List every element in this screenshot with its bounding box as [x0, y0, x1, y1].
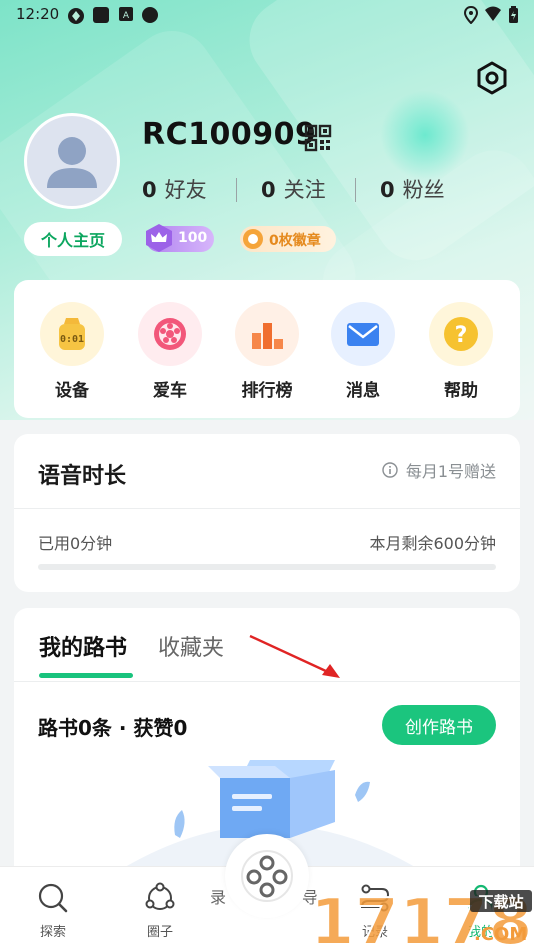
partial-nav-label-left: 录 [210, 888, 227, 907]
nav-circle[interactable]: 圈子 [125, 881, 195, 940]
nav-explore[interactable]: 探索 [18, 881, 88, 940]
center-action-button[interactable] [225, 834, 309, 918]
roadbook-count: 路书0条 · 获赞0 [38, 716, 188, 740]
wifi-icon [485, 6, 501, 21]
voice-progress-bar [38, 564, 496, 570]
sync-icon [68, 8, 84, 24]
avatar-placeholder-icon [47, 137, 97, 188]
quick-menu-card: 0:01 设备 爱车 排行榜 消息 ? 帮助 [14, 280, 520, 418]
annotation-arrow [249, 634, 340, 678]
quick-item-device[interactable]: 0:01 设备 [32, 302, 112, 401]
wheel-icon [138, 302, 202, 366]
svg-text:A: A [123, 11, 130, 21]
username: RC100909 [142, 117, 317, 152]
ranking-icon [235, 302, 299, 366]
profile-stats: 0 好友 0 关注 0 粉丝 [142, 174, 512, 208]
circle-icon [145, 882, 175, 910]
battery-icon [509, 6, 518, 23]
quick-item-help[interactable]: ? 帮助 [421, 302, 501, 401]
watermark-logo: 17178 下载站 .COM [309, 885, 534, 950]
crown-icon [146, 224, 172, 252]
explore-icon [38, 883, 68, 913]
status-bar: 12:20 A [0, 0, 534, 30]
node-hub-icon [241, 850, 293, 902]
active-tab-indicator [39, 673, 133, 678]
qr-code-icon[interactable] [304, 124, 332, 152]
tab-favorites[interactable]: 收藏夹 [158, 630, 224, 662]
info-icon [382, 462, 398, 478]
divider [14, 508, 520, 509]
create-roadbook-button[interactable]: 创作路书 [382, 705, 496, 745]
medal-icon [243, 229, 263, 249]
settings-icon[interactable] [474, 60, 510, 96]
android-icon: A [119, 7, 133, 21]
svg-text:0:01: 0:01 [60, 334, 84, 345]
quick-item-messages[interactable]: 消息 [323, 302, 403, 401]
medal-badge[interactable]: 0枚徽章 [240, 226, 336, 252]
home-page-button[interactable]: 个人主页 [24, 222, 122, 256]
stat-following[interactable]: 0 关注 [261, 174, 326, 204]
status-time: 12:20 [16, 5, 60, 23]
level-badge[interactable]: 100 [146, 224, 214, 252]
watermark-domain: .COM [474, 924, 527, 945]
stat-friends[interactable]: 0 好友 [142, 174, 207, 204]
voice-remaining: 本月剩余600分钟 [369, 534, 496, 553]
help-icon: ? [429, 302, 493, 366]
voice-title: 语音时长 [38, 464, 127, 489]
dot-icon [142, 7, 158, 23]
tab-my-roadbooks[interactable]: 我的路书 [39, 630, 127, 662]
voice-note[interactable]: 每月1号赠送 [382, 458, 496, 482]
app-icon [93, 7, 109, 23]
device-icon: 0:01 [40, 302, 104, 366]
location-icon [464, 6, 478, 24]
svg-text:?: ? [455, 323, 468, 348]
voice-used: 已用0分钟 [38, 534, 113, 553]
stat-followers[interactable]: 0 粉丝 [380, 174, 445, 204]
watermark-badge: 下载站 [478, 893, 523, 911]
avatar[interactable] [24, 113, 120, 209]
voice-duration-card: 语音时长 每月1号赠送 已用0分钟 本月剩余600分钟 [14, 434, 520, 592]
quick-item-ranking[interactable]: 排行榜 [227, 302, 307, 401]
quick-item-car[interactable]: 爱车 [130, 302, 210, 401]
mail-icon [331, 302, 395, 366]
